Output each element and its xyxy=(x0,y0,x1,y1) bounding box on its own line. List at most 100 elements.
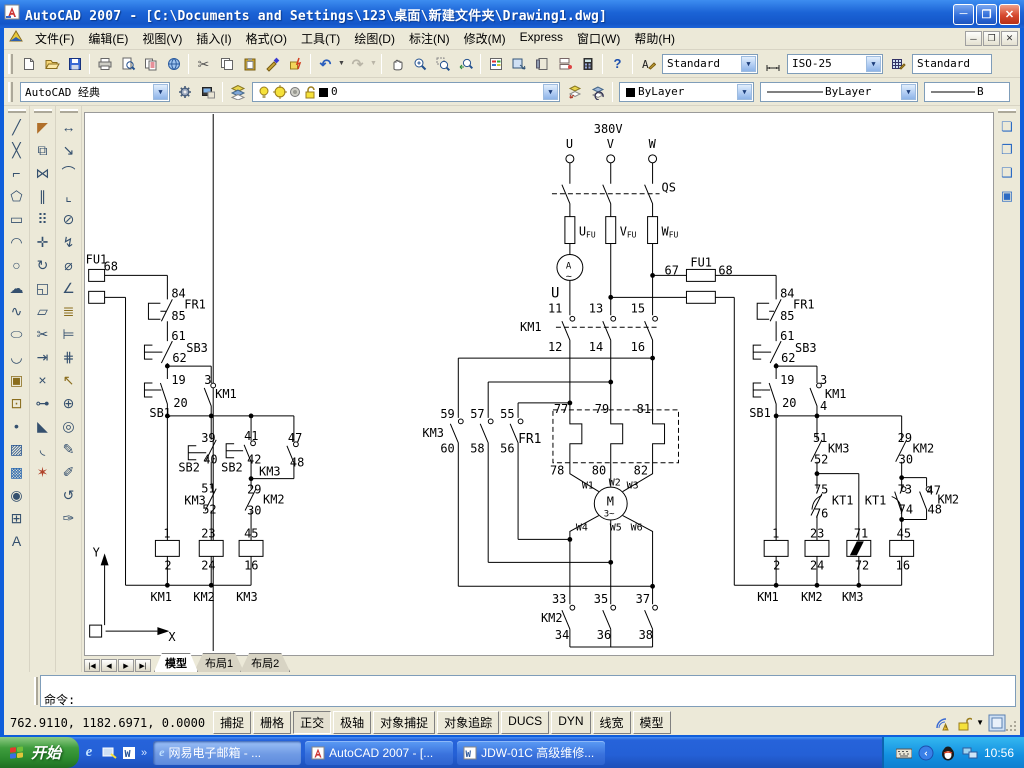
dimension-edit-button[interactable]: ✎ xyxy=(57,437,80,460)
quick-launch-word-icon[interactable]: W xyxy=(119,743,139,763)
publish-button[interactable] xyxy=(139,52,162,75)
unlock-icon[interactable] xyxy=(956,715,972,731)
sheet-set-manager-button[interactable] xyxy=(553,52,576,75)
hatch-button[interactable]: ▨ xyxy=(5,437,28,460)
line-button[interactable]: ╱ xyxy=(5,115,28,138)
menu-item-5[interactable]: 工具(T) xyxy=(294,27,347,50)
status-menu-arrow[interactable]: ▼ xyxy=(976,718,984,727)
menu-item-2[interactable]: 视图(V) xyxy=(135,27,189,50)
extend-button[interactable]: ⇥ xyxy=(31,345,54,368)
text-style-button[interactable]: A xyxy=(636,52,659,75)
mirror-button[interactable]: ⋈ xyxy=(31,161,54,184)
layer-previous-button[interactable] xyxy=(586,80,609,103)
status-toggle-DYN[interactable]: DYN xyxy=(551,711,590,734)
doc-restore-button[interactable]: ❐ xyxy=(983,31,1000,46)
undo-dropdown[interactable]: ▼ xyxy=(337,52,346,75)
cut-button[interactable]: ✂ xyxy=(192,52,215,75)
copy-button[interactable]: ⧉ xyxy=(31,138,54,161)
dimension-text-edit-button[interactable]: ✐ xyxy=(57,460,80,483)
task-button-word-document[interactable]: W JDW-01C 高级维修... xyxy=(457,741,605,765)
coordinate-readout[interactable]: 762.9110, 1182.6971, 0.0000 xyxy=(4,714,213,732)
status-toggle-极轴[interactable]: 极轴 xyxy=(333,711,371,734)
zoom-realtime-button[interactable] xyxy=(408,52,431,75)
move-button[interactable]: ✛ xyxy=(31,230,54,253)
help-button[interactable]: ? xyxy=(606,52,629,75)
dimension-style-button[interactable]: ✑ xyxy=(57,506,80,529)
rotate-button[interactable]: ↻ xyxy=(31,253,54,276)
tab-next-button[interactable]: ▶ xyxy=(118,659,134,672)
aligned-dimension-button[interactable]: ↘ xyxy=(57,138,80,161)
minimize-button[interactable]: ─ xyxy=(953,4,974,25)
tab-布局1[interactable]: 布局1 xyxy=(194,653,244,672)
block-editor-button[interactable] xyxy=(284,52,307,75)
toolbar-grip[interactable] xyxy=(998,109,1016,113)
workspace-settings-button[interactable] xyxy=(173,80,196,103)
toolbar-grip[interactable] xyxy=(8,82,13,102)
trim-button[interactable]: ✂ xyxy=(31,322,54,345)
dock-button-3[interactable]: ❑ xyxy=(996,161,1019,184)
status-toggle-捕捉[interactable]: 捕捉 xyxy=(213,711,251,734)
zoom-window-button[interactable] xyxy=(431,52,454,75)
dim-style-combo[interactable]: ISO-25▼ xyxy=(787,54,883,74)
menu-item-3[interactable]: 插入(I) xyxy=(189,27,238,50)
array-button[interactable]: ⠿ xyxy=(31,207,54,230)
clean-screen-icon[interactable] xyxy=(988,714,1006,732)
paste-button[interactable] xyxy=(238,52,261,75)
tolerance-button[interactable]: ⊕ xyxy=(57,391,80,414)
baseline-dimension-button[interactable]: ⊨ xyxy=(57,322,80,345)
explode-button[interactable]: ✶ xyxy=(31,460,54,483)
match-properties-button[interactable] xyxy=(261,52,284,75)
dim-style-button[interactable] xyxy=(761,52,784,75)
zoom-previous-button[interactable] xyxy=(454,52,477,75)
open-button[interactable] xyxy=(40,52,63,75)
command-window-grip[interactable] xyxy=(34,677,38,705)
plot-button[interactable] xyxy=(93,52,116,75)
quick-calc-button[interactable] xyxy=(576,52,599,75)
stretch-button[interactable]: ▱ xyxy=(31,299,54,322)
point-button[interactable]: • xyxy=(5,414,28,437)
table-button[interactable]: ⊞ xyxy=(5,506,28,529)
status-toggle-正交[interactable]: 正交 xyxy=(293,711,331,734)
menu-item-4[interactable]: 格式(O) xyxy=(239,27,294,50)
quick-launch-ie-icon[interactable]: e xyxy=(79,743,99,763)
region-button[interactable]: ◉ xyxy=(5,483,28,506)
save-button[interactable] xyxy=(63,52,86,75)
start-button[interactable]: 开始 xyxy=(0,737,79,768)
circle-button[interactable]: ○ xyxy=(5,253,28,276)
table-style-combo[interactable]: Standard xyxy=(912,54,992,74)
break-button[interactable]: ⊶ xyxy=(31,391,54,414)
status-toggle-栅格[interactable]: 栅格 xyxy=(253,711,291,734)
fillet-button[interactable]: ◟ xyxy=(31,437,54,460)
jogged-dimension-button[interactable]: ↯ xyxy=(57,230,80,253)
menu-item-7[interactable]: 标注(N) xyxy=(402,27,457,50)
angular-dimension-button[interactable]: ∠ xyxy=(57,276,80,299)
ellipse-button[interactable]: ⬭ xyxy=(5,322,28,345)
break-at-point-button[interactable]: × xyxy=(31,368,54,391)
command-input-area[interactable]: 命令: xyxy=(40,675,1016,707)
quick-leader-button[interactable]: ↖ xyxy=(57,368,80,391)
make-block-button[interactable]: ⊡ xyxy=(5,391,28,414)
ellipse-arc-button[interactable]: ◡ xyxy=(5,345,28,368)
menu-item-8[interactable]: 修改(M) xyxy=(457,27,513,50)
multiline-text-button[interactable]: A xyxy=(5,529,28,552)
table-style-button[interactable] xyxy=(886,52,909,75)
quick-launch-show-desktop-icon[interactable] xyxy=(99,743,119,763)
plot-preview-button[interactable] xyxy=(116,52,139,75)
menu-item-1[interactable]: 编辑(E) xyxy=(81,27,135,50)
dimension-update-button[interactable]: ↺ xyxy=(57,483,80,506)
quick-dimension-button[interactable]: ≣ xyxy=(57,299,80,322)
continue-dimension-button[interactable]: ⋕ xyxy=(57,345,80,368)
resize-grip[interactable] xyxy=(1005,720,1018,733)
toolbar-grip[interactable] xyxy=(8,109,26,113)
new-button[interactable] xyxy=(17,52,40,75)
linear-dimension-button[interactable]: ↔ xyxy=(57,115,80,138)
dock-button-1[interactable]: ❏ xyxy=(996,115,1019,138)
restore-button[interactable]: ❐ xyxy=(976,4,997,25)
menu-express[interactable]: Express xyxy=(513,27,570,50)
dock-button-4[interactable]: ▣ xyxy=(996,184,1019,207)
status-toggle-模型[interactable]: 模型 xyxy=(633,711,671,734)
radius-dimension-button[interactable]: ⊘ xyxy=(57,207,80,230)
dock-button-2[interactable]: ❐ xyxy=(996,138,1019,161)
revision-cloud-button[interactable]: ☁ xyxy=(5,276,28,299)
tool-palettes-button[interactable] xyxy=(530,52,553,75)
